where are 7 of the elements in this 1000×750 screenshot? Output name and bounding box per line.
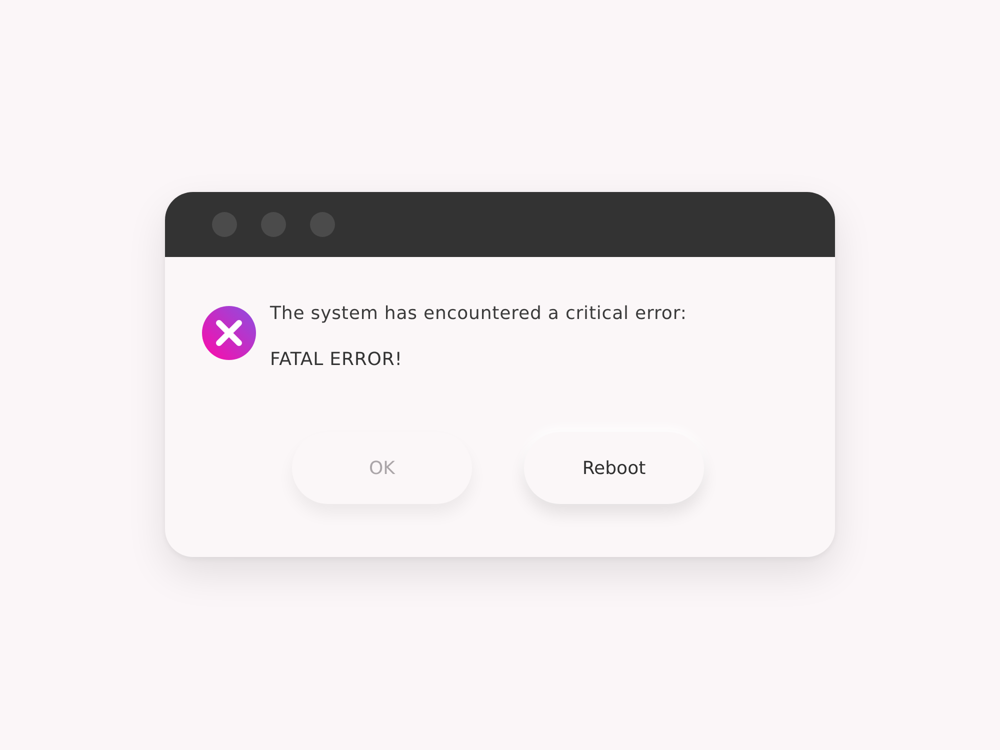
error-message: The system has encountered a critical error: — [270, 303, 687, 324]
window-control-button[interactable] — [261, 212, 286, 237]
window-control-button[interactable] — [310, 212, 335, 237]
reboot-button[interactable]: Reboot — [524, 432, 704, 504]
window-control-button[interactable] — [212, 212, 237, 237]
error-detail: FATAL ERROR! — [270, 349, 404, 370]
error-icon — [202, 306, 256, 360]
